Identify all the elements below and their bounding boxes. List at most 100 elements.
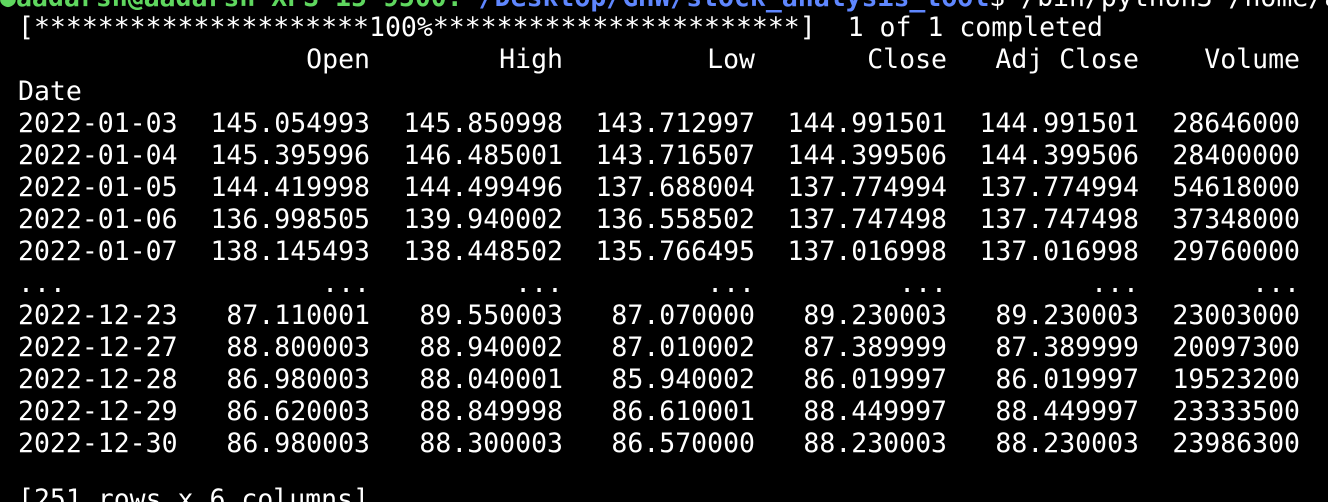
table-row: 2022-01-07 138.145493 138.448502 135.766495… xyxy=(18,236,1300,268)
table-row: 2022-12-28 86.980003 88.040001 85.940002 86.… xyxy=(18,364,1300,396)
download-progress-line: [*********************100%**************… xyxy=(18,12,1103,44)
column-header: Volume xyxy=(1204,44,1300,75)
table-cell: 136.558502 xyxy=(595,204,755,235)
table-row: 2022-12-27 88.800003 88.940002 87.010002 87.… xyxy=(18,332,1300,364)
table-cell: 137.747498 xyxy=(979,204,1139,235)
table-cell: 88.230003 xyxy=(803,428,947,459)
table-cell: 144.399506 xyxy=(787,140,947,171)
row-date-cell: 2022-01-04 xyxy=(18,140,178,171)
table-row: 2022-12-23 87.110001 89.550003 87.070000 89.… xyxy=(18,300,1300,332)
table-cell: 145.395996 xyxy=(210,140,370,171)
table-cell: 87.389999 xyxy=(803,332,947,363)
row-date-cell: 2022-12-30 xyxy=(18,428,178,459)
table-cell: 86.019997 xyxy=(803,364,947,395)
table-cell: 85.940002 xyxy=(611,364,755,395)
table-cell: ... xyxy=(899,268,947,299)
table-cell: ... xyxy=(707,268,755,299)
header-index-spacer xyxy=(18,44,180,76)
table-cell: 137.747498 xyxy=(787,204,947,235)
table-row: 2022-12-29 86.620003 88.849998 86.610001 88.… xyxy=(18,396,1300,428)
table-cell: 23986300 xyxy=(1172,428,1300,459)
row-date-cell: 2022-01-03 xyxy=(18,108,178,139)
table-cell: 86.019997 xyxy=(995,364,1139,395)
table-cell: 146.485001 xyxy=(403,140,563,171)
table-cell: 87.070000 xyxy=(611,300,755,331)
table-row: 2022-01-03 145.054993 145.850998 143.712997… xyxy=(18,108,1300,140)
row-date-cell: 2022-01-05 xyxy=(18,172,178,203)
table-cell: 86.570000 xyxy=(611,428,755,459)
table-cell: 37348000 xyxy=(1172,204,1300,235)
table-cell: 19523200 xyxy=(1172,364,1300,395)
column-header: Open xyxy=(306,44,370,75)
table-cell: 145.850998 xyxy=(403,108,563,139)
table-cell: 88.800003 xyxy=(226,332,370,363)
table-cell: 29760000 xyxy=(1172,236,1300,267)
table-cell: 144.991501 xyxy=(979,108,1139,139)
table-cell: 143.716507 xyxy=(595,140,755,171)
table-cell: 144.399506 xyxy=(979,140,1139,171)
progress-status: 1 of 1 completed xyxy=(847,12,1103,43)
table-cell: 20097300 xyxy=(1172,332,1300,363)
column-header: Close xyxy=(867,44,947,75)
table-cell: ... xyxy=(1091,268,1139,299)
table-cell: 137.774994 xyxy=(979,172,1139,203)
table-cell: 145.054993 xyxy=(210,108,370,139)
table-cell: 28646000 xyxy=(1172,108,1300,139)
table-cell: 86.980003 xyxy=(226,428,370,459)
table-row: ..................... xyxy=(18,268,1300,300)
row-date-cell: 2022-12-27 xyxy=(18,332,178,363)
table-cell: 137.016998 xyxy=(979,236,1139,267)
table-cell: 87.110001 xyxy=(226,300,370,331)
column-header: Low xyxy=(707,44,755,75)
table-row: 2022-01-05 144.419998 144.499496 137.688004… xyxy=(18,172,1300,204)
table-cell: 89.550003 xyxy=(419,300,563,331)
table-cell: 144.419998 xyxy=(210,172,370,203)
table-cell: 137.774994 xyxy=(787,172,947,203)
table-cell: 87.010002 xyxy=(611,332,755,363)
table-header-row: Open High Low Close Adj Close Volume xyxy=(18,44,1300,76)
table-body: 2022-01-03 145.054993 145.850998 143.712997… xyxy=(18,108,1300,460)
table-cell: 23333500 xyxy=(1172,396,1300,427)
table-cell: 28400000 xyxy=(1172,140,1300,171)
table-row: 2022-01-06 136.998505 139.940002 136.558502… xyxy=(18,204,1300,236)
row-date-cell: 2022-01-06 xyxy=(18,204,178,235)
table-shape-footer: [251 rows x 6 columns] xyxy=(18,484,369,502)
table-cell: 89.230003 xyxy=(803,300,947,331)
table-cell: 88.449997 xyxy=(803,396,947,427)
row-date-cell: 2022-01-07 xyxy=(18,236,178,267)
table-row: 2022-12-30 86.980003 88.300003 86.570000 88.… xyxy=(18,428,1300,460)
table-cell: 88.849998 xyxy=(419,396,563,427)
table-cell: 138.145493 xyxy=(210,236,370,267)
column-header: High xyxy=(499,44,563,75)
table-cell: 89.230003 xyxy=(995,300,1139,331)
table-cell: 143.712997 xyxy=(595,108,755,139)
table-cell: 88.449997 xyxy=(995,396,1139,427)
column-header: Adj Close xyxy=(995,44,1139,75)
table-cell: 23003000 xyxy=(1172,300,1300,331)
table-cell: 136.998505 xyxy=(210,204,370,235)
table-cell: ... xyxy=(322,268,370,299)
table-cell: 86.980003 xyxy=(226,364,370,395)
table-cell: 144.499496 xyxy=(403,172,563,203)
table-cell: 135.766495 xyxy=(595,236,755,267)
table-cell: 137.016998 xyxy=(787,236,947,267)
row-date-cell: 2022-12-23 xyxy=(18,300,178,331)
table-cell: 144.991501 xyxy=(787,108,947,139)
table-cell: 138.448502 xyxy=(403,236,563,267)
row-date-cell: ... xyxy=(18,268,66,299)
table-cell: ... xyxy=(1252,268,1300,299)
row-date-cell: 2022-12-28 xyxy=(18,364,178,395)
table-cell: 88.940002 xyxy=(419,332,563,363)
progress-bar-text: [*********************100%**************… xyxy=(18,12,816,43)
table-cell: 54618000 xyxy=(1172,172,1300,203)
table-cell: 137.688004 xyxy=(595,172,755,203)
prompt-bullet-icon: ● xyxy=(0,0,16,13)
table-cell: 86.610001 xyxy=(611,396,755,427)
table-cell: 88.300003 xyxy=(419,428,563,459)
table-cell: ... xyxy=(515,268,563,299)
terminal-window[interactable]: ●aadarsh@aadarsh-XPS-15-9500:~/Desktop/G… xyxy=(0,0,1328,502)
table-cell: 86.620003 xyxy=(226,396,370,427)
index-name-label: Date xyxy=(18,76,82,107)
table-cell: 88.040001 xyxy=(419,364,563,395)
table-row: 2022-01-04 145.395996 146.485001 143.716507… xyxy=(18,140,1300,172)
